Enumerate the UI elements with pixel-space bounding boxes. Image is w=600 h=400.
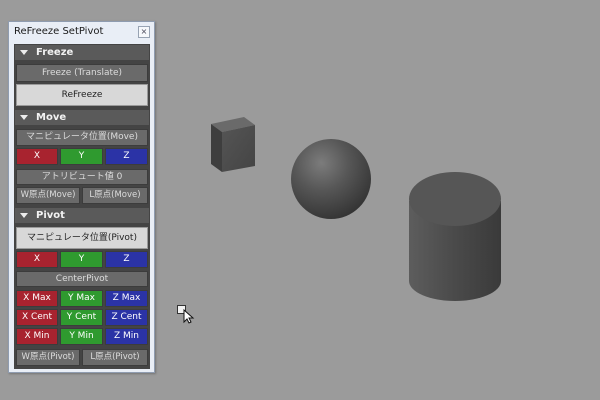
move-y-button[interactable]: Y xyxy=(60,148,103,165)
x-cent-button[interactable]: X Cent xyxy=(16,309,58,326)
center-pivot-button[interactable]: CenterPivot xyxy=(16,271,148,287)
pivot-y-button[interactable]: Y xyxy=(60,251,103,268)
collapse-triangle-icon xyxy=(20,115,28,120)
refreeze-setpivot-window[interactable]: ReFreeze SetPivot × Freeze Freeze (Trans… xyxy=(8,21,155,373)
window-title: ReFreeze SetPivot xyxy=(14,26,104,37)
x-min-button[interactable]: X Min xyxy=(16,328,58,345)
pivot-z-button[interactable]: Z xyxy=(105,251,148,268)
move-z-button[interactable]: Z xyxy=(105,148,148,165)
attribute-value-button[interactable]: アトリビュート値 0 xyxy=(16,169,148,185)
section-header-freeze[interactable]: Freeze xyxy=(15,45,149,60)
close-icon[interactable]: × xyxy=(138,26,150,38)
section-header-move[interactable]: Move xyxy=(15,110,149,125)
window-titlebar[interactable]: ReFreeze SetPivot × xyxy=(9,22,154,43)
collapse-triangle-icon xyxy=(20,50,28,55)
tool-panel: Freeze Freeze (Translate) ReFreeze Move … xyxy=(14,44,150,369)
z-cent-button[interactable]: Z Cent xyxy=(105,309,148,326)
w-origin-move-button[interactable]: W原点(Move) xyxy=(16,187,80,204)
refreeze-button[interactable]: ReFreeze xyxy=(16,84,148,106)
section-label-pivot: Pivot xyxy=(36,210,65,221)
move-manipulator-button[interactable]: マニピュレータ位置(Move) xyxy=(16,129,148,146)
l-origin-move-button[interactable]: L原点(Move) xyxy=(82,187,148,204)
x-max-button[interactable]: X Max xyxy=(16,290,58,307)
collapse-triangle-icon xyxy=(20,213,28,218)
move-x-button[interactable]: X xyxy=(16,148,58,165)
pivot-manipulator-button[interactable]: マニピュレータ位置(Pivot) xyxy=(16,227,148,249)
z-max-button[interactable]: Z Max xyxy=(105,290,148,307)
pivot-x-button[interactable]: X xyxy=(16,251,58,268)
y-max-button[interactable]: Y Max xyxy=(60,290,103,307)
y-cent-button[interactable]: Y Cent xyxy=(60,309,103,326)
w-origin-pivot-button[interactable]: W原点(Pivot) xyxy=(16,349,80,366)
section-header-pivot[interactable]: Pivot xyxy=(15,208,149,223)
y-min-button[interactable]: Y Min xyxy=(60,328,103,345)
freeze-translate-button[interactable]: Freeze (Translate) xyxy=(16,64,148,82)
section-label-move: Move xyxy=(36,112,67,123)
l-origin-pivot-button[interactable]: L原点(Pivot) xyxy=(82,349,148,366)
z-min-button[interactable]: Z Min xyxy=(105,328,148,345)
arrow-cursor-icon xyxy=(177,305,195,324)
section-label-freeze: Freeze xyxy=(36,47,74,58)
